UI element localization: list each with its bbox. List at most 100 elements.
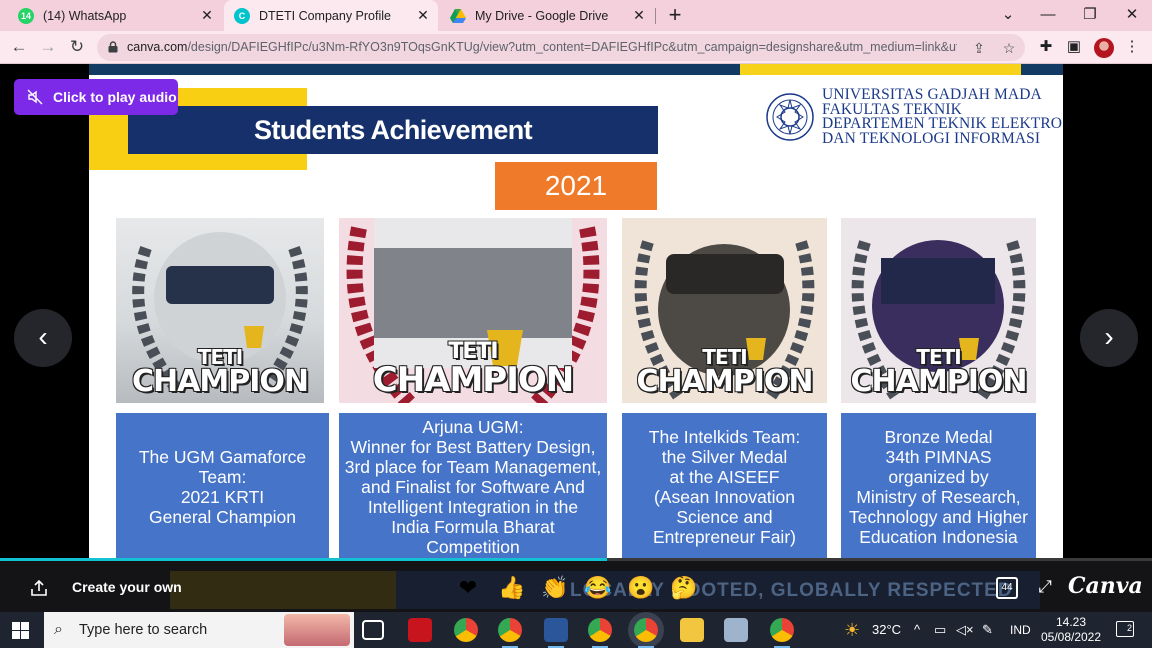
ugm-logo-icon: [766, 93, 814, 141]
chrome-icon[interactable]: [454, 618, 478, 642]
clock-time: 14.23: [1055, 615, 1087, 629]
slide-year: 2021: [495, 162, 657, 210]
heart-reaction-icon[interactable]: ❤: [455, 575, 481, 601]
volume-icon[interactable]: ◁×: [956, 612, 974, 648]
url-host: canva.com: [127, 40, 188, 54]
muted-speaker-icon: [27, 89, 43, 105]
system-clock[interactable]: 14.23 05/08/2022: [1036, 615, 1106, 645]
weather-icon[interactable]: ☀: [844, 612, 860, 648]
share-icon[interactable]: ⇪: [969, 38, 989, 58]
weather-temperature[interactable]: 32°C: [872, 612, 901, 648]
whatsapp-icon: 14: [18, 7, 34, 24]
word-icon[interactable]: [544, 618, 568, 648]
champion-badge-line2: CHAMPION: [372, 360, 574, 400]
forward-button[interactable]: →: [36, 35, 60, 59]
file-explorer-icon[interactable]: [680, 618, 704, 642]
language-indicator[interactable]: IND: [1010, 612, 1031, 648]
page-grid-button[interactable]: 44: [996, 577, 1018, 599]
play-audio-button[interactable]: Click to play audio: [14, 79, 178, 115]
champion-badge-line2: CHAMPION: [132, 364, 309, 399]
lock-icon[interactable]: [108, 41, 118, 53]
slide-top-band-accent: [740, 64, 1021, 75]
thumbs-up-reaction-icon[interactable]: 👍: [498, 575, 525, 601]
app-icon-image[interactable]: [724, 618, 748, 642]
restore-button[interactable]: ❐: [1070, 2, 1110, 28]
institution-name: UNIVERSITAS GADJAH MADA FAKULTAS TEKNIK …: [822, 87, 1062, 147]
achievement-photo-intelkids: TETI CHAMPION: [622, 218, 827, 403]
tab-title: My Drive - Google Drive: [475, 8, 609, 23]
tab-whatsapp[interactable]: 14 (14) WhatsApp ✕: [8, 0, 222, 31]
chevron-right-icon: ›: [1104, 321, 1114, 352]
chrome-profile-icon[interactable]: [588, 618, 612, 648]
thinking-reaction-icon[interactable]: 🤔: [670, 575, 697, 601]
previous-slide-button[interactable]: ‹: [14, 309, 72, 367]
close-window-button[interactable]: ✕: [1112, 2, 1152, 28]
share-upload-icon[interactable]: [30, 579, 50, 597]
app-icon-red[interactable]: [408, 618, 432, 642]
achievement-description: Bronze Medal 34th PIMNAS organized by Mi…: [848, 426, 1028, 547]
champion-badge: TETI CHAMPION: [622, 347, 827, 397]
chrome-active-icon[interactable]: [634, 618, 658, 648]
achievement-photo-arjuna: TETI CHAMPION: [339, 218, 607, 403]
close-icon[interactable]: ✕: [632, 8, 646, 22]
menu-kebab-icon[interactable]: ⋮: [1121, 36, 1143, 58]
achievement-description: Arjuna UGM: Winner for Best Battery Desi…: [344, 416, 602, 557]
browser-tab-strip: 14 (14) WhatsApp ✕ C DTETI Company Profi…: [0, 0, 1152, 31]
laughing-reaction-icon[interactable]: 😂: [584, 575, 611, 601]
achievement-card-text: Arjuna UGM: Winner for Best Battery Desi…: [339, 413, 607, 560]
chrome-profile-icon[interactable]: [498, 618, 522, 648]
champion-badge: TETI CHAMPION: [116, 347, 324, 397]
back-button[interactable]: ←: [7, 35, 31, 59]
notification-center-icon[interactable]: 2: [1116, 621, 1134, 637]
achievement-card-text: The UGM Gamaforce Team: 2021 KRTI Genera…: [116, 413, 329, 560]
windows-start-icon[interactable]: [12, 622, 29, 639]
viewer-bottom-bar: LOCALLY ROOTED, GLOBALLY RESPECTED Creat…: [0, 561, 1152, 612]
search-placeholder: Type here to search: [79, 622, 208, 638]
new-tab-button[interactable]: +: [664, 4, 686, 26]
taskbar-search[interactable]: ⌕ Type here to search: [44, 612, 354, 648]
network-icon[interactable]: ▭: [934, 612, 946, 648]
browser-toolbar: ← → ↻ canva.com/design/DAFIEGHfIPc/u3Nm-…: [0, 31, 1152, 64]
achievement-description: The Intelkids Team: the Silver Medal at …: [648, 426, 801, 547]
address-bar[interactable]: canva.com/design/DAFIEGHfIPc/u3Nm-RfYO3n…: [97, 34, 1025, 61]
reload-button[interactable]: ↻: [65, 35, 89, 59]
canva-logo[interactable]: Canva: [1068, 573, 1143, 599]
task-view-icon[interactable]: [362, 620, 384, 640]
champion-badge: TETI CHAMPION: [841, 347, 1036, 397]
achievement-photo-pimnas: TETI CHAMPION: [841, 218, 1036, 403]
tab-title: (14) WhatsApp: [43, 8, 127, 23]
close-icon[interactable]: ✕: [416, 8, 430, 22]
achievement-photo-gamaforce: TETI CHAMPION: [116, 218, 324, 403]
clapping-reaction-icon[interactable]: 👏: [541, 575, 568, 601]
create-your-own-button[interactable]: Create your own: [72, 579, 182, 595]
search-icon: ⌕: [54, 621, 63, 638]
institution-line: DAN TEKNOLOGI INFORMASI: [822, 129, 1041, 147]
show-hidden-icons-icon[interactable]: ^: [914, 612, 920, 648]
profile-avatar[interactable]: [1094, 38, 1114, 58]
close-icon[interactable]: ✕: [200, 8, 214, 22]
chrome-profile-icon[interactable]: [770, 618, 794, 648]
tab-search-button[interactable]: ⌄: [988, 2, 1028, 28]
minimize-button[interactable]: —: [1028, 2, 1068, 28]
url-path: /design/DAFIEGHfIPc/u3Nm-RfYO3n9TOqsGnKT…: [187, 40, 957, 54]
windows-taskbar: ⌕ Type here to search ☀ 32°C ^ ▭ ◁× ✎ IN…: [0, 612, 1152, 648]
side-panel-icon[interactable]: ▣: [1063, 36, 1085, 58]
chevron-left-icon: ‹: [38, 321, 48, 352]
tab-dteti-company-profile[interactable]: C DTETI Company Profile ✕: [224, 0, 438, 31]
champion-badge: TETI CHAMPION: [339, 341, 607, 400]
pen-icon[interactable]: ✎: [982, 612, 993, 648]
url-text[interactable]: canva.com/design/DAFIEGHfIPc/u3Nm-RfYO3n…: [127, 34, 957, 61]
slide: Students Achievement 2021 UNIVERSITAS GA…: [89, 64, 1063, 560]
clock-date: 05/08/2022: [1040, 630, 1102, 644]
search-highlight-image: [284, 614, 350, 646]
extensions-puzzle-icon[interactable]: ✚: [1035, 36, 1057, 58]
slide-title: Students Achievement: [128, 106, 658, 154]
surprised-reaction-icon[interactable]: 😮: [627, 575, 654, 601]
tab-google-drive[interactable]: My Drive - Google Drive ✕: [440, 0, 654, 31]
next-slide-button[interactable]: ›: [1080, 309, 1138, 367]
champion-badge-line2: CHAMPION: [636, 364, 814, 399]
tab-title: DTETI Company Profile: [259, 8, 391, 23]
champion-badge-line2: CHAMPION: [850, 364, 1028, 399]
fullscreen-icon[interactable]: ⤢: [1035, 577, 1055, 597]
bookmark-star-icon[interactable]: ☆: [999, 38, 1019, 58]
